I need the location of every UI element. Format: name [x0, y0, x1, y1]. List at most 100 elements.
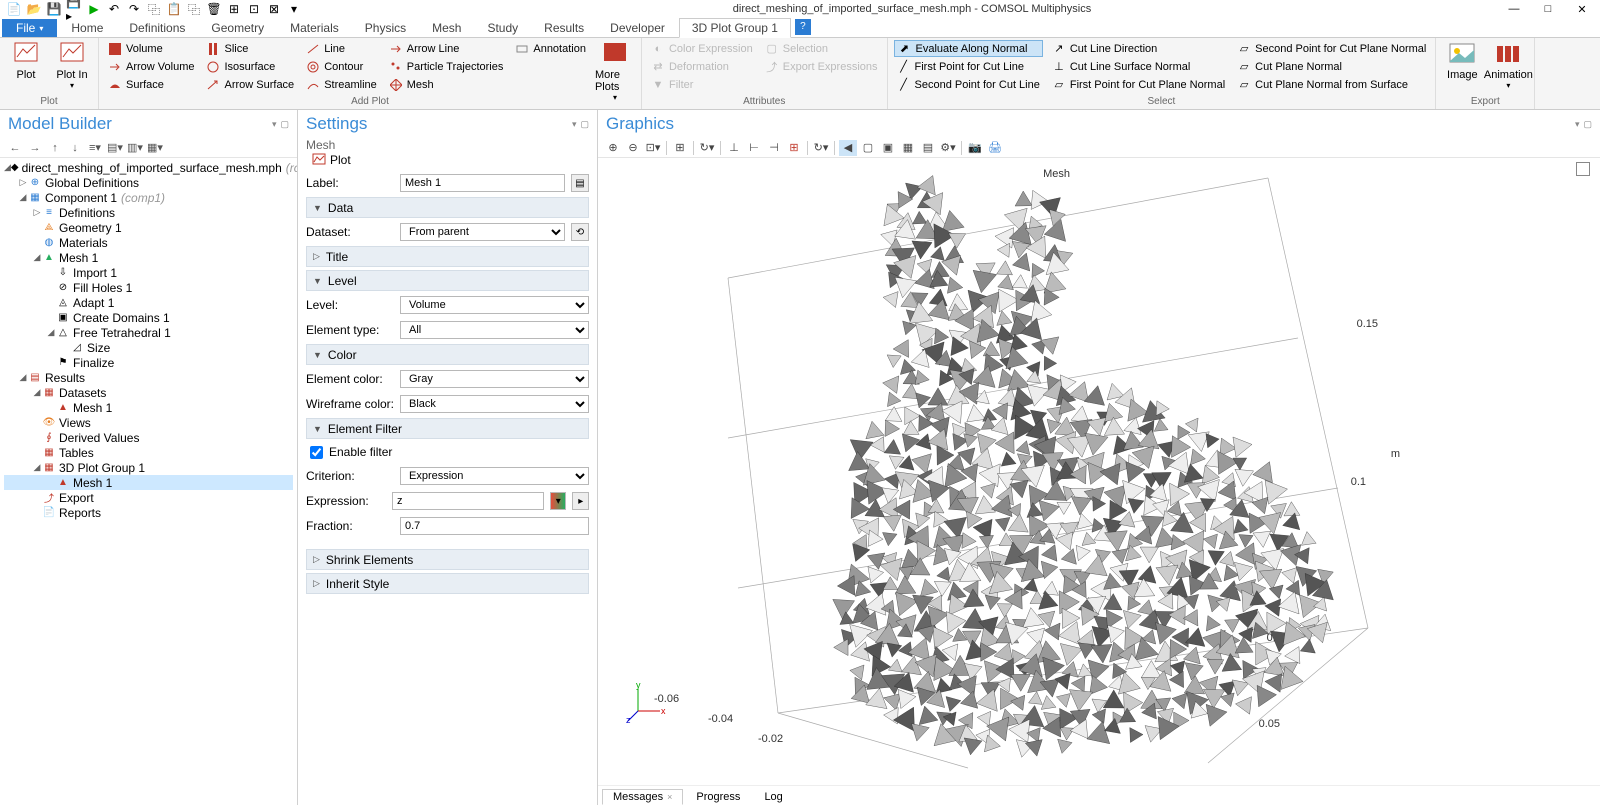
nav-fwd-button[interactable]: → — [26, 140, 44, 156]
tab-3d-plot-group[interactable]: 3D Plot Group 1 — [679, 18, 791, 38]
surface-button[interactable]: Surface — [105, 76, 197, 93]
zoom-extents-button[interactable]: ⊞ — [671, 140, 689, 156]
duplicate-icon[interactable]: ⿻ — [186, 1, 202, 17]
cut-plane-normal-button[interactable]: ▱Cut Plane Normal — [1234, 58, 1429, 75]
close-button[interactable]: ✕ — [1568, 1, 1596, 17]
graphics-close-icon[interactable]: ▢ — [1583, 119, 1592, 130]
redraw-button[interactable]: ↻▾ — [812, 140, 830, 156]
plot-in-button[interactable]: Plot In▾ — [52, 40, 92, 90]
section-title[interactable]: ▷Title — [306, 246, 589, 267]
tab-close-icon[interactable]: × — [667, 792, 672, 802]
label-input[interactable] — [400, 174, 565, 192]
dataset-action-button[interactable]: ⟲ — [571, 223, 589, 241]
tab-developer[interactable]: Developer — [598, 19, 677, 37]
view-xz-button[interactable]: ⊣ — [765, 140, 783, 156]
nav-up-button[interactable]: ↑ — [46, 140, 64, 156]
second-point-plane-normal-button[interactable]: ▱Second Point for Cut Plane Normal — [1234, 40, 1429, 57]
arrow-line-button[interactable]: Arrow Line — [386, 40, 507, 57]
level-select[interactable]: Volume — [400, 296, 589, 314]
tree-global-definitions[interactable]: Global Definitions — [45, 176, 139, 190]
element-color-select[interactable]: Gray — [400, 370, 589, 388]
expression-menu-button[interactable]: ▸ — [572, 492, 589, 510]
new-icon[interactable]: 📄 — [6, 1, 22, 17]
panel-close-icon[interactable]: ▢ — [280, 119, 289, 130]
tree-materials[interactable]: Materials — [59, 236, 108, 250]
util1-icon[interactable]: ⊞ — [226, 1, 242, 17]
grid-button[interactable]: ▦ — [899, 140, 917, 156]
volume-button[interactable]: Volume — [105, 40, 197, 57]
image-export-button[interactable]: Image — [1442, 40, 1482, 81]
tab-results[interactable]: Results — [532, 19, 596, 37]
log-tab[interactable]: Log — [753, 789, 793, 805]
tab-definitions[interactable]: Definitions — [117, 19, 197, 37]
tab-mesh[interactable]: Mesh — [420, 19, 473, 37]
first-point-plane-normal-button[interactable]: ▱First Point for Cut Plane Normal — [1049, 76, 1228, 93]
tree-reports[interactable]: Reports — [59, 506, 101, 520]
settings-close-icon[interactable]: ▢ — [580, 119, 589, 130]
copy-icon[interactable]: ⿻ — [146, 1, 162, 17]
tree-mesh-plot[interactable]: Mesh 1 — [73, 476, 112, 490]
rotate-button[interactable]: ↻▾ — [698, 140, 716, 156]
section-data[interactable]: ▼Data — [306, 197, 589, 218]
tab-materials[interactable]: Materials — [278, 19, 351, 37]
tree-results[interactable]: Results — [45, 371, 85, 385]
save-icon[interactable]: 💾 — [46, 1, 62, 17]
view-yz-button[interactable]: ⊢ — [745, 140, 763, 156]
util3-icon[interactable]: ⊠ — [266, 1, 282, 17]
undo-icon[interactable]: ↶ — [106, 1, 122, 17]
transparency-button[interactable]: ▢ — [859, 140, 877, 156]
streamline-button[interactable]: Streamline — [303, 76, 380, 93]
enable-filter-checkbox[interactable] — [310, 446, 323, 459]
messages-tab[interactable]: Messages× — [602, 789, 683, 805]
slice-button[interactable]: Slice — [203, 40, 297, 57]
annotation-button[interactable]: Annotation — [512, 40, 589, 57]
fraction-input[interactable] — [400, 517, 589, 535]
section-element-filter[interactable]: ▼Element Filter — [306, 418, 589, 439]
criterion-select[interactable]: Expression — [400, 467, 589, 485]
redo-icon[interactable]: ↷ — [126, 1, 142, 17]
tree-free-tet[interactable]: Free Tetrahedral 1 — [73, 326, 171, 340]
delete-icon[interactable]: 🗑 — [206, 1, 222, 17]
options-button[interactable]: ⚙▾ — [939, 140, 957, 156]
zoom-box-button[interactable]: ⊡▾ — [644, 140, 662, 156]
tree-tables[interactable]: Tables — [59, 446, 94, 460]
view-xy-button[interactable]: ⊥ — [725, 140, 743, 156]
first-point-cut-line-button[interactable]: ╱First Point for Cut Line — [894, 58, 1043, 75]
progress-tab[interactable]: Progress — [685, 789, 751, 805]
scene-light-button[interactable]: ◀ — [839, 140, 857, 156]
section-level[interactable]: ▼Level — [306, 270, 589, 291]
mesh-button[interactable]: Mesh — [386, 76, 507, 93]
tree-plot-group[interactable]: 3D Plot Group 1 — [59, 461, 145, 475]
section-inherit[interactable]: ▷Inherit Style — [306, 573, 589, 594]
second-point-cut-line-button[interactable]: ╱Second Point for Cut Line — [894, 76, 1043, 93]
tree-mesh1[interactable]: Mesh 1 — [59, 251, 98, 265]
tree-derived-values[interactable]: Derived Values — [59, 431, 139, 445]
snapshot-button[interactable]: 📷 — [966, 140, 984, 156]
tree-import1[interactable]: Import 1 — [73, 266, 117, 280]
more-plots-button[interactable]: More Plots▾ — [595, 40, 635, 102]
expression-color-button[interactable]: ▾ — [550, 492, 567, 510]
paste-icon[interactable]: 📋 — [166, 1, 182, 17]
contour-button[interactable]: Contour — [303, 58, 380, 75]
view-default-button[interactable]: ⊞ — [785, 140, 803, 156]
zoom-in-button[interactable]: ⊕ — [604, 140, 622, 156]
graphics-canvas[interactable]: Mesh 0.15 0.1 0.05 m 0.05 -0.06 -0.04 -0… — [598, 158, 1600, 785]
tree-adapt1[interactable]: Adapt 1 — [73, 296, 114, 310]
tree-views[interactable]: Views — [59, 416, 91, 430]
cut-line-surface-normal-button[interactable]: ⊥Cut Line Surface Normal — [1049, 58, 1228, 75]
qat-dropdown-icon[interactable]: ▾ — [286, 1, 302, 17]
panel-dropdown-icon[interactable]: ▾ — [272, 119, 277, 130]
dataset-select[interactable]: From parent — [400, 223, 565, 241]
file-tab[interactable]: File▾ — [2, 19, 57, 37]
tree-create-domains[interactable]: Create Domains 1 — [73, 311, 170, 325]
cut-plane-normal-surface-button[interactable]: ▱Cut Plane Normal from Surface — [1234, 76, 1429, 93]
evaluate-along-normal-button[interactable]: ⬈Evaluate Along Normal — [894, 40, 1043, 57]
animation-button[interactable]: Animation▾ — [1488, 40, 1528, 90]
plot-button[interactable]: Plot — [6, 40, 46, 81]
tree-view2-button[interactable]: ▥▾ — [126, 140, 144, 156]
isosurface-button[interactable]: Isosurface — [203, 58, 297, 75]
help-button[interactable]: ? — [795, 19, 811, 35]
run-icon[interactable]: ▶ — [86, 1, 102, 17]
nav-down-button[interactable]: ↓ — [66, 140, 84, 156]
tree-collapse-button[interactable]: ≡▾ — [86, 140, 104, 156]
